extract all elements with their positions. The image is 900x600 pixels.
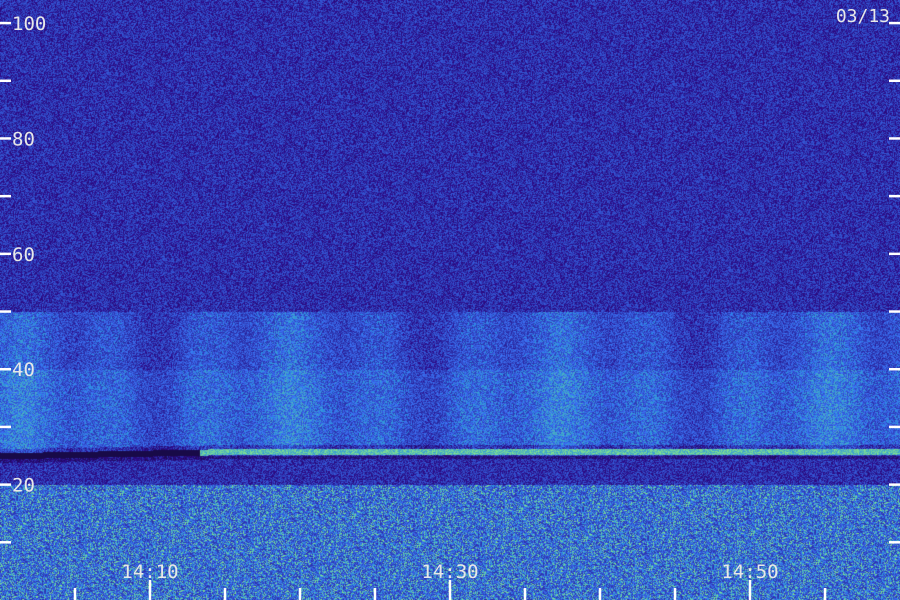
x-tick-label: 14:10 (121, 561, 178, 583)
x-tick-label: 14:50 (721, 561, 778, 583)
y-tick-label: 80 (12, 128, 35, 150)
x-tick-label: 14:30 (421, 561, 478, 583)
y-tick-label: 40 (12, 359, 35, 381)
y-tick-label: 20 (12, 475, 35, 497)
y-tick-label: 60 (12, 244, 35, 266)
y-tick-label: 100 (12, 13, 46, 35)
axes-overlay: 20 40 60 80 100 14:10 14:30 14:50 (0, 13, 900, 600)
date-label: 03/13 (835, 6, 890, 27)
